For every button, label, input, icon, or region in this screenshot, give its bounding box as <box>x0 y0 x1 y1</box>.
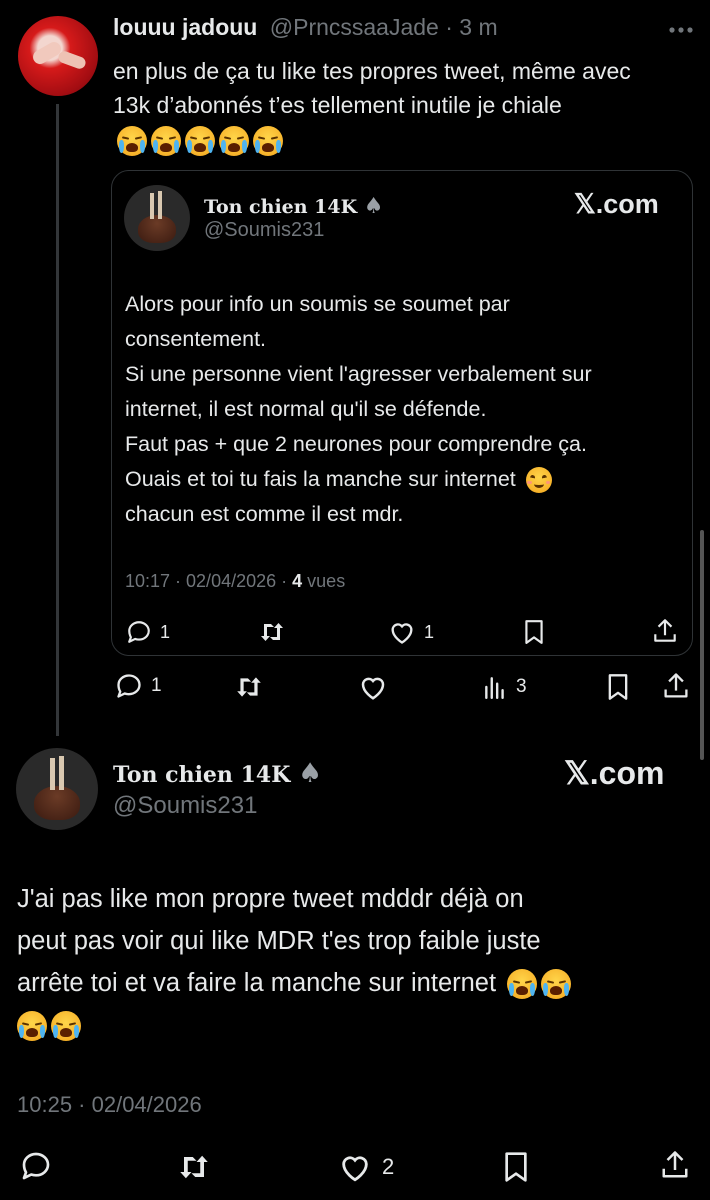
bookmark-button[interactable] <box>522 619 546 650</box>
reply-button[interactable] <box>20 1150 52 1187</box>
bookmark-icon <box>505 1152 527 1182</box>
share-button[interactable] <box>660 1148 690 1187</box>
heart-icon <box>361 677 385 700</box>
timestamp[interactable]: · 3 m <box>445 14 497 40</box>
loudly-crying-face-icon <box>117 125 147 156</box>
retweet-icon <box>261 623 283 641</box>
loudly-crying-face-icon <box>541 969 572 1000</box>
avatar[interactable] <box>16 748 98 830</box>
loudly-crying-face-icon <box>507 969 538 1000</box>
loudly-crying-face-icon <box>151 125 181 156</box>
spade-icon: ♠ <box>297 758 323 789</box>
x-logo: 𝕏.com <box>564 755 665 791</box>
reply-icon <box>117 674 141 698</box>
retweet-icon <box>180 1155 208 1179</box>
reply-count: 1 <box>160 621 171 642</box>
smiling-face-icon <box>525 467 552 494</box>
loudly-crying-face-icon <box>17 1011 47 1042</box>
loudly-crying-face-icon <box>219 125 249 156</box>
quoted-tweet-card[interactable]: Ton chien 14K ♠ @Soumis231 𝕏.com Alors p… <box>111 170 693 656</box>
share-icon <box>662 1151 688 1178</box>
views-label: vues <box>307 571 346 591</box>
bookmark-icon <box>608 674 628 700</box>
like-button[interactable]: 1 <box>388 619 434 645</box>
heart-icon <box>342 1156 368 1182</box>
analytics-icon <box>485 677 504 700</box>
timestamp[interactable]: 10:17 · 02/04/2026 · <box>125 571 287 591</box>
views-button[interactable]: 3 <box>482 673 527 701</box>
timestamp[interactable]: 10:25 · 02/04/2026 <box>17 1092 202 1118</box>
like-count: 1 <box>424 621 435 642</box>
handle[interactable]: @Soumis231 <box>204 219 324 242</box>
crying-emoji-group <box>113 125 283 156</box>
reply-button[interactable]: 1 <box>126 619 170 645</box>
reply-button[interactable]: 1 <box>115 672 162 700</box>
share-icon <box>664 673 688 698</box>
retweet-button[interactable] <box>234 674 264 705</box>
like-count: 2 <box>382 1154 395 1179</box>
like-button[interactable] <box>358 673 388 706</box>
share-button[interactable] <box>662 671 690 706</box>
tweet-text: en plus de ça tu like tes propres tweet,… <box>113 54 673 156</box>
display-name[interactable]: Ton chien 14K <box>113 762 290 788</box>
more-icon[interactable] <box>666 20 696 45</box>
avatar[interactable] <box>124 185 190 251</box>
heart-icon <box>391 623 413 644</box>
loudly-crying-face-icon <box>185 125 215 156</box>
reply-count: 1 <box>151 675 162 696</box>
handle[interactable]: @PrncssaaJade <box>270 14 439 40</box>
thread-line <box>56 104 59 736</box>
bookmark-icon <box>525 620 543 644</box>
x-logo: 𝕏.com <box>574 189 659 219</box>
handle[interactable]: @Soumis231 <box>113 792 257 820</box>
quoted-tweet-text: Alors pour info un soumis se soumet par … <box>125 292 592 526</box>
display-name[interactable]: Ton chien 14K <box>204 196 357 218</box>
avatar[interactable] <box>18 16 98 96</box>
bookmark-button[interactable] <box>502 1151 530 1188</box>
reply-icon <box>128 621 150 643</box>
like-button[interactable]: 2 <box>338 1151 394 1183</box>
reply-icon <box>22 1152 50 1180</box>
share-icon <box>654 619 676 642</box>
views-count: 4 <box>292 571 303 591</box>
loudly-crying-face-icon <box>51 1011 81 1042</box>
views-count: 3 <box>516 676 527 697</box>
tweet-text: J'ai pas like mon propre tweet mdddr déj… <box>17 878 697 1046</box>
spade-icon: ♠ <box>363 193 384 219</box>
retweet-button[interactable] <box>176 1152 212 1187</box>
retweet-icon <box>237 677 261 697</box>
retweet-button[interactable] <box>258 619 286 650</box>
bookmark-button[interactable] <box>606 673 630 706</box>
share-button[interactable] <box>652 617 678 650</box>
display-name[interactable]: louuu jadouu <box>113 14 257 40</box>
loudly-crying-face-icon <box>253 125 283 156</box>
scrollbar[interactable] <box>700 530 704 760</box>
